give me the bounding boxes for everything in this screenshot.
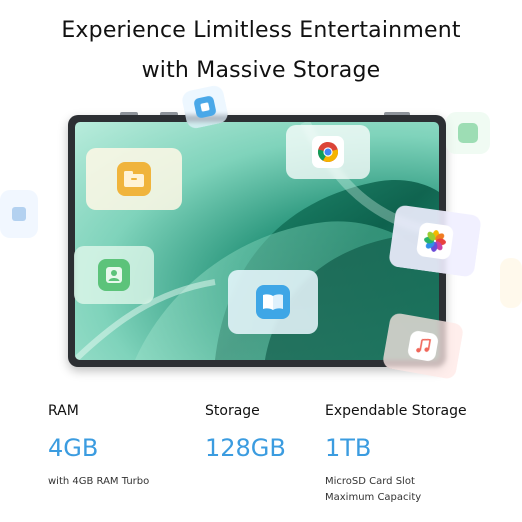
folder-icon (117, 162, 151, 196)
chrome-tile (286, 125, 370, 179)
contacts-icon (98, 259, 130, 291)
photos-icon (415, 221, 455, 261)
side-tile-left (0, 190, 38, 238)
spec-value-ram: 4GB (48, 434, 99, 462)
files-icon-left (12, 207, 26, 221)
volume-button (120, 112, 138, 115)
books-tile (228, 270, 318, 334)
spec-value-storage: 128GB (205, 434, 286, 462)
spec-note-ram: with 4GB RAM Turbo (48, 476, 150, 487)
gallery-icon (458, 123, 478, 143)
headline-line-1: Experience Limitless Entertainment (61, 18, 461, 43)
spec-note-microsd: MicroSD Card Slot (325, 476, 415, 487)
spec-note-capacity: Maximum Capacity (325, 492, 422, 503)
side-tile-right (500, 258, 522, 308)
gallery-tile (446, 112, 490, 154)
books-icon (256, 285, 290, 319)
photos-tile (388, 204, 482, 278)
contacts-tile (74, 246, 154, 304)
folder-tile (86, 148, 182, 210)
headline-line-2: with Massive Storage (141, 58, 381, 83)
spec-value-expandable: 1TB (325, 434, 372, 462)
files-icon (193, 95, 217, 119)
spec-label-storage: Storage (205, 403, 260, 419)
music-icon (406, 329, 440, 363)
power-button (384, 112, 410, 115)
chrome-icon (312, 136, 344, 168)
spec-label-ram: RAM (48, 403, 79, 419)
spec-label-expandable: Expendable Storage (325, 403, 467, 419)
volume-button-2 (160, 112, 178, 115)
music-tile (381, 312, 465, 380)
